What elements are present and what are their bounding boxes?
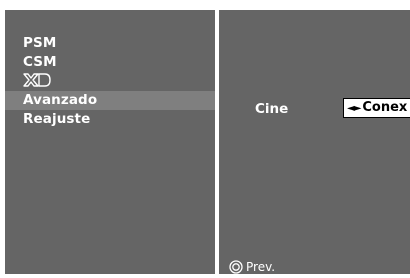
menu-item-reajuste[interactable]: Reajuste	[5, 110, 215, 129]
xd-logo-icon	[23, 72, 51, 87]
ok-circle-icon	[229, 259, 243, 274]
prev-label: Prev.	[246, 260, 276, 274]
menu-item-label: PSM	[23, 35, 57, 51]
cine-option-selector[interactable]: ◄► Conex	[343, 98, 410, 118]
menu-item-xd[interactable]	[5, 72, 215, 91]
menu-item-psm[interactable]: PSM	[5, 34, 215, 53]
cine-option-label: Cine	[255, 101, 289, 117]
menu-item-csm[interactable]: CSM	[5, 53, 215, 72]
main-menu-list: PSM CSM Avanzado Reajuste	[5, 34, 215, 129]
menu-item-label: Avanzado	[23, 92, 98, 108]
menu-item-label: CSM	[23, 54, 57, 70]
main-menu-panel: PSM CSM Avanzado Reajuste	[5, 10, 215, 274]
cine-option-value: Conex	[362, 100, 408, 115]
prev-hint[interactable]: Prev.	[229, 259, 276, 274]
menu-item-label: Reajuste	[23, 111, 91, 127]
submenu-panel: Cine ◄► Conex Prev.	[219, 10, 410, 274]
osd-menu-screen: PSM CSM Avanzado Reajuste Cine ◄► Conex …	[0, 0, 410, 278]
menu-item-avanzado[interactable]: Avanzado	[5, 91, 215, 110]
left-right-arrows-icon: ◄►	[347, 103, 361, 114]
